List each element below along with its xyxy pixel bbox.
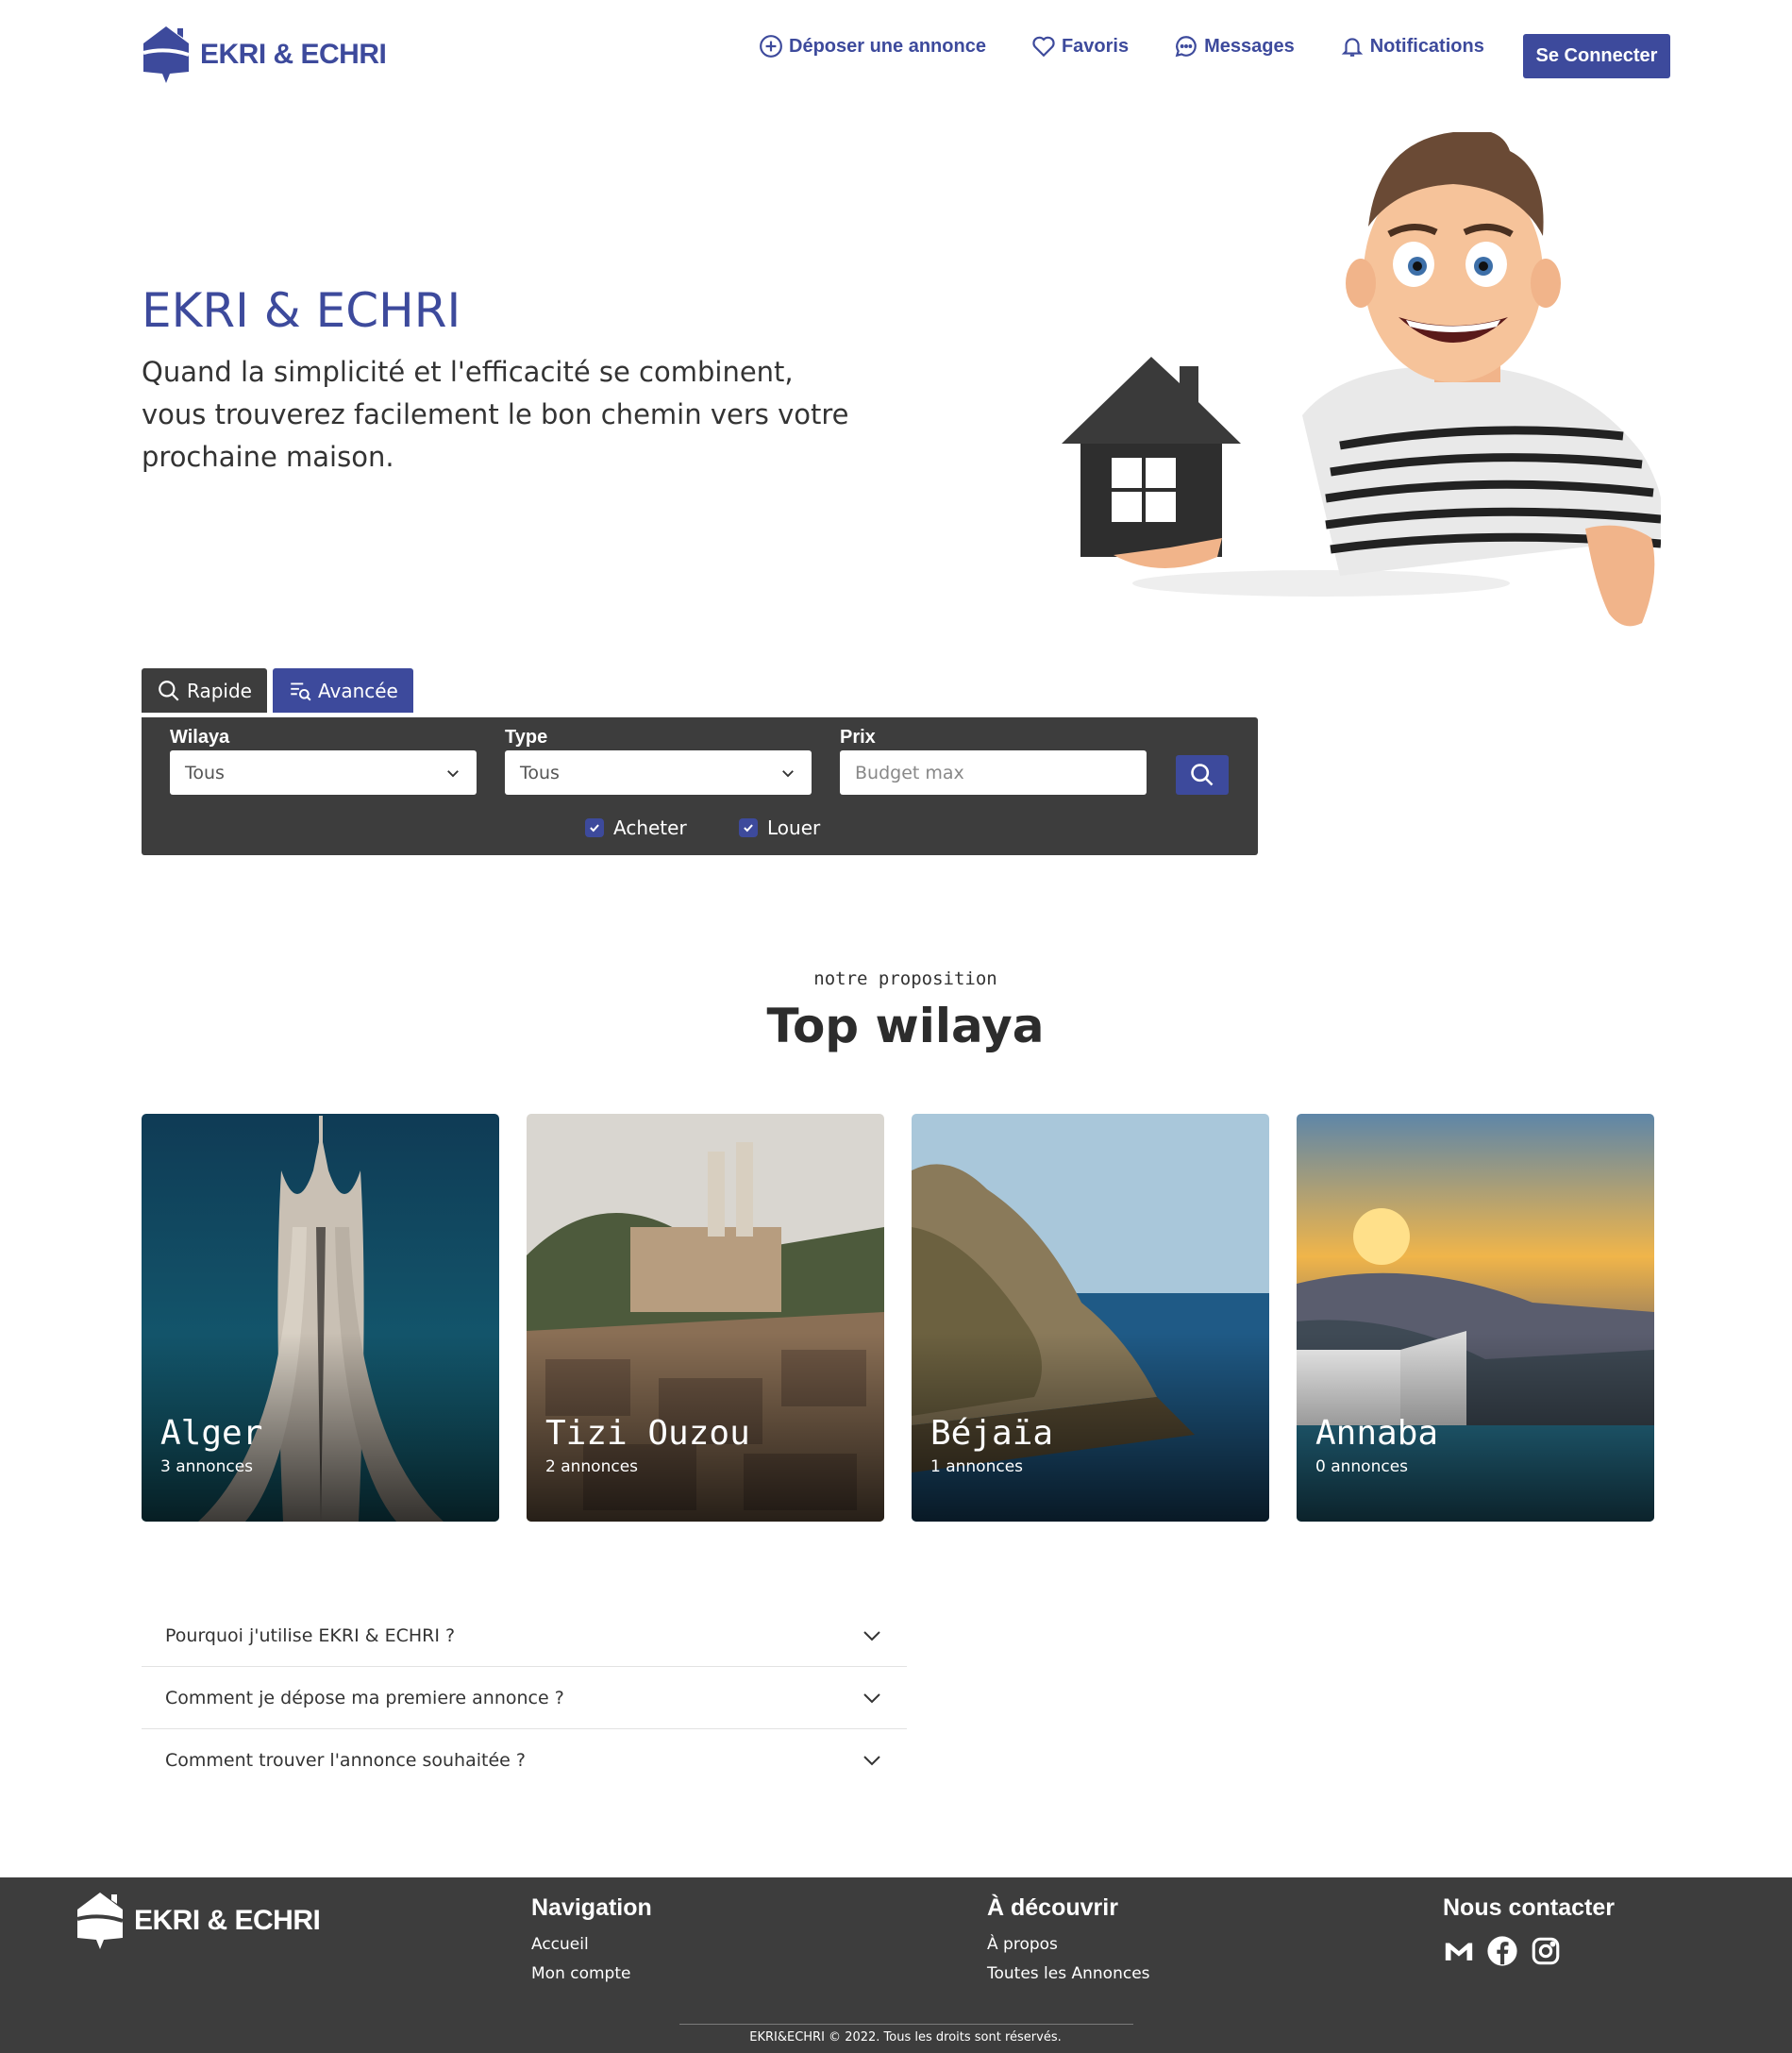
faq-item[interactable]: Pourquoi j'utilise EKRI & ECHRI ? [142, 1605, 907, 1667]
brand-logo[interactable]: EKRI & ECHRI [142, 25, 387, 85]
nav-messages[interactable]: Messages [1174, 34, 1295, 59]
footer-link-about[interactable]: À propos [987, 1935, 1150, 1954]
filter-search-icon [291, 682, 311, 700]
rent-checkbox[interactable]: Louer [739, 816, 820, 839]
section-kicker: notre proposition [813, 968, 997, 989]
nav-notifications[interactable]: Notifications [1340, 34, 1484, 59]
check-icon [590, 824, 599, 833]
wilaya-value: Tous [185, 762, 225, 783]
instagram-icon[interactable] [1530, 1935, 1562, 1967]
footer-navigation: Navigation Accueil Mon compte [531, 1894, 652, 1994]
price-label: Prix [840, 727, 876, 748]
wilaya-card-annaba[interactable]: Annaba 0 annonces [1297, 1114, 1654, 1522]
brand-name: EKRI & ECHRI [200, 39, 387, 70]
hero-tagline-line2: vous trouverez facilement le bon chemin … [142, 398, 849, 473]
chevron-down-icon [782, 769, 794, 777]
faq-question: Comment trouver l'annonce souhaitée ? [165, 1750, 526, 1771]
heart-icon [1032, 36, 1055, 58]
footer-divider [679, 2024, 1133, 2025]
nav-favorites-label: Favoris [1061, 35, 1130, 57]
plus-circle-icon [760, 35, 782, 58]
search-submit-button[interactable] [1176, 755, 1229, 795]
footer-copyright: EKRI&ECHRI © 2022. Tous les droits sont … [749, 2030, 1062, 2045]
chat-icon [1175, 36, 1197, 58]
main-nav: Déposer une annonce Favoris Messages Not… [759, 34, 1530, 59]
search-icon [1191, 764, 1214, 786]
faq-accordion: Pourquoi j'utilise EKRI & ECHRI ? Commen… [142, 1605, 907, 1792]
wilaya-cards: Alger 3 annonces Tizi Ouzou 2 annonces B… [142, 1114, 1682, 1522]
rent-label: Louer [767, 816, 821, 839]
footer-link-home[interactable]: Accueil [531, 1935, 652, 1954]
house-logo-icon [142, 26, 190, 83]
footer-link-all-ads[interactable]: Toutes les Annonces [987, 1964, 1150, 1983]
search-panel: Wilaya Tous Type Tous Prix Acheter Louer [142, 717, 1258, 855]
budget-input[interactable] [840, 750, 1147, 795]
search-tabs: Rapide Avancée [142, 668, 419, 713]
house-logo-icon [76, 1893, 124, 1949]
wilaya-count: 3 annonces [160, 1457, 254, 1476]
type-label: Type [505, 727, 548, 748]
footer-nav-title: Navigation [531, 1894, 652, 1921]
wilaya-count: 2 annonces [545, 1457, 639, 1476]
wilaya-card-bejaia[interactable]: Béjaïa 1 annonces [912, 1114, 1269, 1522]
wilaya-select[interactable]: Tous [170, 750, 477, 795]
nav-messages-label: Messages [1204, 35, 1295, 57]
wilaya-card-alger[interactable]: Alger 3 annonces [142, 1114, 499, 1522]
footer-contact-title: Nous contacter [1443, 1894, 1615, 1921]
section-title: Top wilaya [766, 999, 1045, 1053]
chevron-down-icon [863, 1756, 880, 1766]
type-select[interactable]: Tous [505, 750, 812, 795]
footer-discover: À découvrir À propos Toutes les Annonces [987, 1894, 1150, 1994]
wilaya-name: Alger [160, 1414, 263, 1453]
buy-label: Acheter [613, 816, 687, 839]
wilaya-name: Tizi Ouzou [545, 1414, 750, 1453]
tab-advanced-label: Avancée [317, 679, 398, 702]
bell-icon [1341, 38, 1364, 57]
tab-quick-label: Rapide [187, 679, 252, 702]
footer-discover-title: À découvrir [987, 1894, 1118, 1921]
checkbox-checked[interactable] [739, 818, 758, 837]
wilaya-name: Annaba [1315, 1414, 1439, 1453]
wilaya-count: 1 annonces [930, 1457, 1024, 1476]
footer-brand-name: EKRI & ECHRI [134, 1905, 321, 1936]
hero-tagline: Quand la simplicité et l'efficacité se c… [142, 351, 972, 479]
type-value: Tous [520, 762, 560, 783]
faq-question: Comment je dépose ma premiere annonce ? [165, 1687, 564, 1708]
chevron-down-icon [863, 1692, 880, 1703]
site-footer: EKRI & ECHRI Navigation Accueil Mon comp… [0, 1877, 1792, 2053]
buy-checkbox[interactable]: Acheter [585, 816, 687, 839]
wilaya-name: Béjaïa [930, 1414, 1054, 1453]
footer-contact: Nous contacter [1443, 1894, 1615, 1967]
nav-notifications-label: Notifications [1369, 35, 1484, 57]
tab-quick-search[interactable]: Rapide [142, 668, 267, 713]
nav-favorites[interactable]: Favoris [1031, 34, 1129, 59]
hero-tagline-line1: Quand la simplicité et l'efficacité se c… [142, 356, 794, 388]
footer-logo[interactable]: EKRI & ECHRI [75, 1891, 321, 1951]
nav-post-ad[interactable]: Déposer une annonce [759, 34, 986, 59]
checkbox-checked[interactable] [585, 818, 604, 837]
chevron-down-icon [863, 1630, 880, 1641]
chevron-down-icon [447, 769, 459, 777]
wilaya-count: 0 annonces [1315, 1457, 1409, 1476]
site-header: EKRI & ECHRI Déposer une annonce Favoris… [0, 0, 1792, 117]
gmail-icon[interactable] [1443, 1935, 1475, 1967]
tab-advanced-search[interactable]: Avancée [272, 668, 413, 713]
faq-item[interactable]: Comment trouver l'annonce souhaitée ? [142, 1729, 907, 1792]
check-icon [744, 824, 753, 833]
social-links [1443, 1935, 1615, 1967]
hero-title: EKRI & ECHRI [142, 283, 461, 338]
login-button[interactable]: Se Connecter [1523, 34, 1670, 78]
faq-item[interactable]: Comment je dépose ma premiere annonce ? [142, 1667, 907, 1729]
wilaya-card-tizi-ouzou[interactable]: Tizi Ouzou 2 annonces [527, 1114, 884, 1522]
faq-question: Pourquoi j'utilise EKRI & ECHRI ? [165, 1624, 456, 1646]
hero-illustration [1062, 132, 1661, 627]
footer-link-account[interactable]: Mon compte [531, 1964, 652, 1983]
facebook-icon[interactable] [1486, 1935, 1518, 1967]
search-icon [159, 680, 179, 701]
nav-post-ad-label: Déposer une annonce [789, 35, 986, 57]
wilaya-label: Wilaya [170, 727, 230, 748]
